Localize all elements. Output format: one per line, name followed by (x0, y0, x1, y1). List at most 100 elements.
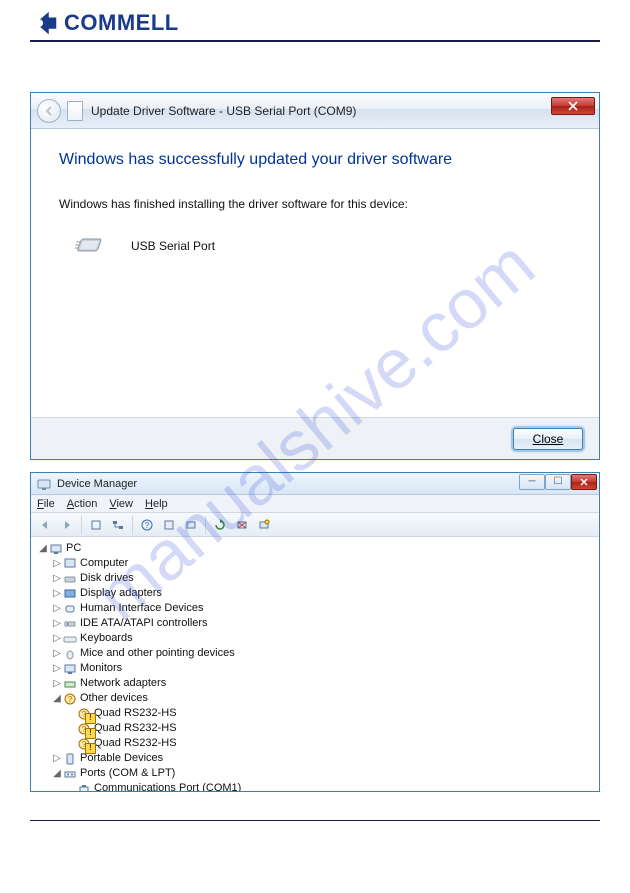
back-button[interactable] (37, 99, 61, 123)
tree-label: Disk drives (80, 571, 134, 586)
tree-label: Quad RS232-HS (94, 721, 177, 736)
tree-row[interactable]: ? Quad RS232-HS (37, 721, 593, 736)
expand-icon[interactable]: ▷ (51, 616, 63, 631)
menu-view[interactable]: View (109, 498, 133, 510)
menu-file[interactable]: File (37, 498, 55, 510)
tb-refresh-icon[interactable] (254, 515, 274, 535)
minimize-button[interactable]: ─ (519, 474, 545, 490)
tree-row[interactable]: ▷ Computer (37, 556, 593, 571)
tree-row[interactable]: ▷Human Interface Devices (37, 601, 593, 616)
tree-row[interactable]: ▷Portable Devices (37, 751, 593, 766)
tree-label: Quad RS232-HS (94, 736, 177, 751)
tree-label: Monitors (80, 661, 122, 676)
tree-label: IDE ATA/ATAPI controllers (80, 616, 208, 631)
wizard-device-name: USB Serial Port (131, 239, 215, 253)
svg-text:?: ? (68, 695, 73, 704)
wizard-body: Windows has successfully updated your dr… (31, 129, 599, 417)
svg-text:?: ? (82, 710, 87, 719)
wizard-close-icon[interactable] (551, 97, 595, 115)
tree-row[interactable]: ▷ Display adapters (37, 586, 593, 601)
port-icon (77, 782, 91, 792)
wizard-titlebar: Update Driver Software - USB Serial Port… (31, 93, 599, 129)
devmgr-menubar: File Action View Help (31, 495, 599, 513)
svg-text:?: ? (82, 725, 87, 734)
maximize-button[interactable]: ☐ (545, 474, 571, 490)
tb-prop-icon[interactable] (159, 515, 179, 535)
tree-row[interactable]: ▷Mice and other pointing devices (37, 646, 593, 661)
collapse-icon[interactable]: ◢ (51, 766, 63, 781)
other-icon: ? (63, 692, 77, 706)
tree-row[interactable]: ◢? Other devices (37, 691, 593, 706)
tree-row[interactable]: ▷ Network adapters (37, 676, 593, 691)
svg-text:?: ? (145, 521, 150, 530)
nav-forward-icon[interactable] (57, 515, 77, 535)
tree-row[interactable]: ? Quad RS232-HS (37, 706, 593, 721)
tree-row[interactable]: ◢Ports (COM & LPT) (37, 766, 593, 781)
wizard-device-row: USB Serial Port (75, 235, 571, 257)
tree-label: Network adapters (80, 676, 166, 691)
svg-text:?: ? (82, 740, 87, 749)
tree-row[interactable]: Communications Port (COM1) (37, 781, 593, 791)
tb-scan-icon[interactable] (181, 515, 201, 535)
ide-icon (63, 617, 77, 631)
expand-icon[interactable]: ▷ (51, 556, 63, 571)
tb-tree-icon[interactable] (108, 515, 128, 535)
expand-icon[interactable]: ▷ (51, 646, 63, 661)
expand-icon[interactable]: ▷ (51, 571, 63, 586)
tb-update-icon[interactable] (210, 515, 230, 535)
window-controls: ─ ☐ (519, 474, 597, 490)
tree-label: Communications Port (COM1) (94, 781, 241, 791)
hid-icon (63, 602, 77, 616)
expand-icon[interactable]: ▷ (51, 661, 63, 676)
wizard-message: Windows has finished installing the driv… (59, 197, 571, 211)
collapse-icon[interactable]: ◢ (37, 541, 49, 556)
network-icon (63, 677, 77, 691)
display-icon (63, 587, 77, 601)
other-icon: ? (77, 737, 91, 751)
tree-label: Computer (80, 556, 128, 571)
pc-icon (49, 542, 63, 556)
tree-label: Keyboards (80, 631, 133, 646)
expand-icon[interactable]: ▷ (51, 601, 63, 616)
wizard-title: Update Driver Software - USB Serial Port… (91, 104, 356, 118)
expand-icon[interactable]: ▷ (51, 751, 63, 766)
tb-show-icon[interactable] (86, 515, 106, 535)
wizard-heading: Windows has successfully updated your dr… (59, 151, 571, 169)
wizard-footer: Close (31, 417, 599, 459)
disk-icon (63, 572, 77, 586)
tree-label: Other devices (80, 691, 148, 706)
computer-icon (63, 557, 77, 571)
device-tree[interactable]: ◢PC▷Computer▷Disk drives▷Display adapter… (31, 537, 599, 791)
brand-logo-icon (30, 10, 60, 36)
devmgr-title: Device Manager (57, 478, 137, 490)
tree-row[interactable]: ▷ IDE ATA/ATAPI controllers (37, 616, 593, 631)
tree-row[interactable]: ▷ Keyboards (37, 631, 593, 646)
devmgr-app-icon (37, 477, 51, 491)
tb-uninstall-icon[interactable] (232, 515, 252, 535)
expand-icon[interactable]: ▷ (51, 631, 63, 646)
tree-label: Quad RS232-HS (94, 706, 177, 721)
chip-icon (75, 235, 109, 257)
menu-help[interactable]: Help (145, 498, 168, 510)
tree-label: PC (66, 541, 81, 556)
tree-label: Display adapters (80, 586, 162, 601)
other-icon: ? (77, 707, 91, 721)
nav-back-icon[interactable] (35, 515, 55, 535)
window-close-button[interactable] (571, 474, 597, 490)
portable-icon (63, 752, 77, 766)
expand-icon[interactable]: ▷ (51, 676, 63, 691)
mouse-icon (63, 647, 77, 661)
collapse-icon[interactable]: ◢ (51, 691, 63, 706)
keyboard-icon (63, 632, 77, 646)
close-button[interactable]: Close (513, 428, 583, 450)
expand-icon[interactable]: ▷ (51, 586, 63, 601)
ports-icon (63, 767, 77, 781)
tree-row[interactable]: ▷ Disk drives (37, 571, 593, 586)
devmgr-titlebar: Device Manager ─ ☐ (31, 473, 599, 495)
menu-action[interactable]: Action (67, 498, 98, 510)
tree-row[interactable]: ▷ Monitors (37, 661, 593, 676)
tb-help-icon[interactable]: ? (137, 515, 157, 535)
devmgr-toolbar: ? (31, 513, 599, 537)
tree-row[interactable]: ? Quad RS232-HS (37, 736, 593, 751)
tree-row[interactable]: ◢ PC (37, 541, 593, 556)
